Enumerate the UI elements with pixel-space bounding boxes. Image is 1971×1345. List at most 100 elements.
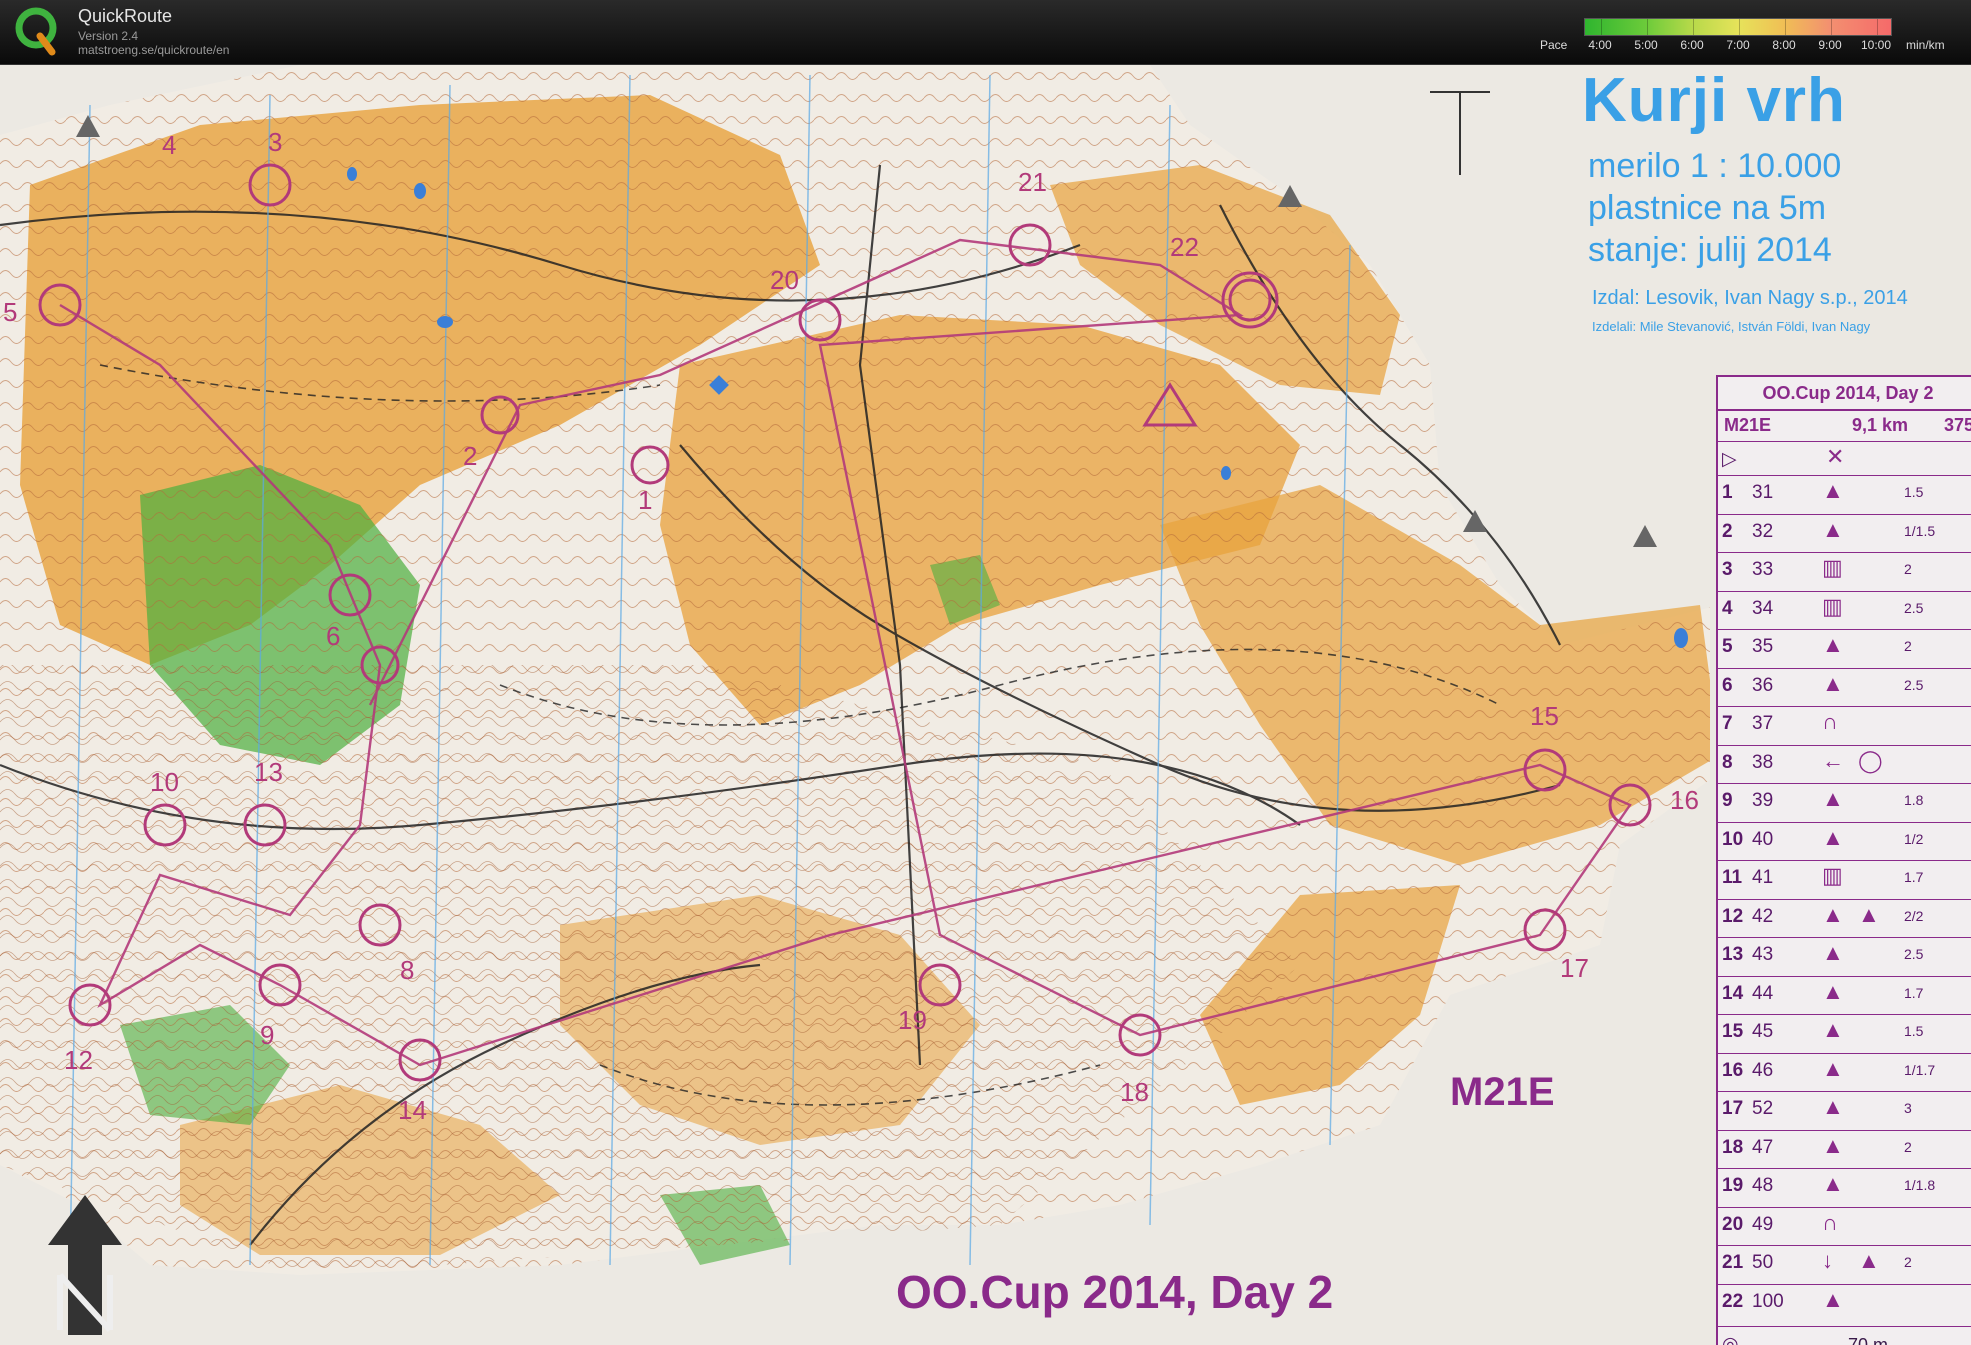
- control-number: 16: [1722, 1059, 1744, 1081]
- app-version: Version 2.4: [78, 29, 139, 43]
- cross-icon: ✕: [1826, 444, 1845, 469]
- control-label: 1: [638, 485, 653, 515]
- feature-symbol: ∩: [1822, 1209, 1838, 1235]
- control-number: 2: [1722, 520, 1733, 542]
- description-row: 10 40 ▲ 1/2: [1718, 821, 1971, 857]
- feature-symbol: ▲: [1822, 1132, 1844, 1158]
- pace-tick-mark: [1693, 19, 1694, 35]
- description-row: 7 37 ∩: [1718, 706, 1971, 741]
- feature-symbol: ▲: [1822, 1094, 1844, 1119]
- control-code: 42: [1752, 905, 1774, 927]
- control-label: 13: [254, 757, 283, 787]
- description-row: 22 100 ▲: [1718, 1283, 1971, 1319]
- feature-dimension: 1/1.7: [1904, 1061, 1936, 1078]
- control-code: 31: [1752, 482, 1774, 503]
- feature-symbol-secondary: ▲: [1858, 1248, 1880, 1273]
- pace-tick-label: 4:00: [1588, 38, 1612, 52]
- control-code: 38: [1752, 751, 1774, 773]
- finish-row: ◎: [1718, 1326, 1971, 1345]
- feature-symbol: ▲: [1822, 824, 1844, 850]
- description-row: 11 41 ▥ 1.7: [1718, 860, 1971, 895]
- control-number: 10: [1722, 828, 1744, 850]
- pace-tick-mark: [1739, 19, 1740, 35]
- feature-dimension: 2: [1904, 1138, 1912, 1155]
- control-number: 18: [1722, 1136, 1744, 1158]
- feature-symbol: ▲: [1822, 786, 1844, 811]
- control-number: 5: [1722, 636, 1733, 657]
- feature-symbol: ↓: [1822, 1248, 1833, 1273]
- control-code: 43: [1752, 944, 1774, 965]
- feature-symbol: ▲: [1822, 670, 1844, 696]
- pace-tick-label: 6:00: [1680, 38, 1704, 52]
- description-row: 3 33 ▥ 2: [1718, 552, 1971, 587]
- feature-symbol: ▥: [1822, 593, 1843, 619]
- control-number: 3: [1722, 559, 1733, 580]
- control-number: 21: [1722, 1252, 1744, 1273]
- control-code: 52: [1752, 1098, 1774, 1119]
- pace-tick-label: 9:00: [1818, 38, 1842, 52]
- description-row: 5 35 ▲ 2: [1718, 629, 1971, 664]
- feature-symbol: ←: [1822, 747, 1844, 773]
- control-description-sheet: OO.Cup 2014, Day 2 M21E 9,1 km 375 ▷ ✕ 1…: [1716, 375, 1971, 1345]
- control-number: 20: [1722, 1213, 1744, 1235]
- start-triangle-icon: ▷: [1722, 449, 1737, 470]
- control-label: 6: [326, 621, 341, 651]
- description-row: 6 36 ▲ 2.5: [1718, 667, 1971, 703]
- control-code: 100: [1752, 1290, 1784, 1312]
- quickroute-logo-icon: [15, 7, 57, 56]
- description-row: 13 43 ▲ 2.5: [1718, 937, 1971, 972]
- description-row: 20 49 ∩: [1718, 1206, 1971, 1242]
- control-label: 10: [150, 767, 179, 797]
- feature-dimension: 3: [1904, 1100, 1912, 1116]
- control-label: 22: [1170, 232, 1199, 262]
- feature-symbol: ▲: [1822, 632, 1844, 657]
- finish-circle-icon: ◎: [1722, 1334, 1739, 1345]
- pace-tick-mark: [1647, 19, 1648, 35]
- pace-tick-mark: [1831, 19, 1832, 35]
- pace-tick-label: 10:00: [1860, 38, 1892, 52]
- description-row: 21 50 ↓ ▲ 2: [1718, 1245, 1971, 1280]
- feature-dimension: 1.7: [1904, 984, 1924, 1001]
- description-row: 9 39 ▲ 1.8: [1718, 783, 1971, 818]
- control-code: 35: [1752, 636, 1774, 657]
- control-code: 49: [1752, 1213, 1774, 1235]
- control-number: 12: [1722, 905, 1744, 927]
- control-number: 1: [1722, 482, 1733, 503]
- control-code: 40: [1752, 828, 1774, 850]
- feature-symbol: ▲: [1822, 1171, 1844, 1196]
- feature-dimension: 1.7: [1904, 869, 1924, 885]
- control-label: 8: [400, 955, 415, 985]
- control-label: 4: [162, 130, 177, 160]
- feature-symbol: ▲: [1822, 1055, 1844, 1081]
- feature-symbol-secondary: ◯: [1858, 747, 1883, 773]
- map-publisher: Izdal: Lesovik, Ivan Nagy s.p., 2014: [1592, 287, 1908, 309]
- control-code: 50: [1752, 1252, 1774, 1273]
- control-number: 4: [1722, 597, 1733, 619]
- control-label: 14: [398, 1095, 427, 1125]
- orienteering-map[interactable]: 1 2 3 4 5 6 8 9 10 12 13 14 15 16 17 18 …: [0, 65, 1971, 1345]
- feature-dimension: 2.5: [1904, 676, 1924, 693]
- feature-symbol: ∩: [1822, 709, 1838, 734]
- control-label: 3: [268, 127, 283, 157]
- description-row: 17 52 ▲ 3: [1718, 1091, 1971, 1126]
- feature-dimension: 2.5: [1904, 599, 1924, 616]
- control-label: 16: [1670, 785, 1699, 815]
- app-url[interactable]: matstroeng.se/quickroute/en: [78, 43, 229, 57]
- pace-color-scale: [1584, 18, 1892, 36]
- control-label: 5: [3, 297, 18, 327]
- feature-symbol: ▲: [1822, 978, 1844, 1004]
- description-footer: 70 m: [1848, 1335, 1889, 1345]
- control-label: 19: [898, 1005, 927, 1035]
- control-code: 46: [1752, 1059, 1774, 1081]
- map-class-label: M21E: [1450, 1070, 1555, 1114]
- description-row: 19 48 ▲ 1/1.8: [1718, 1168, 1971, 1203]
- control-code: 34: [1752, 597, 1774, 619]
- map-status: stanje: julij 2014: [1588, 231, 1832, 269]
- map-scale: merilo 1 : 10.000: [1588, 147, 1842, 185]
- feature-dimension: 1/2: [1904, 830, 1924, 847]
- control-label: 20: [770, 265, 799, 295]
- map-footer-title: OO.Cup 2014, Day 2: [896, 1266, 1334, 1318]
- description-row: 1 31 ▲ 1.5: [1718, 475, 1971, 510]
- feature-dimension: 1/1.5: [1904, 522, 1936, 539]
- description-row: 8 38 ← ◯: [1718, 744, 1971, 780]
